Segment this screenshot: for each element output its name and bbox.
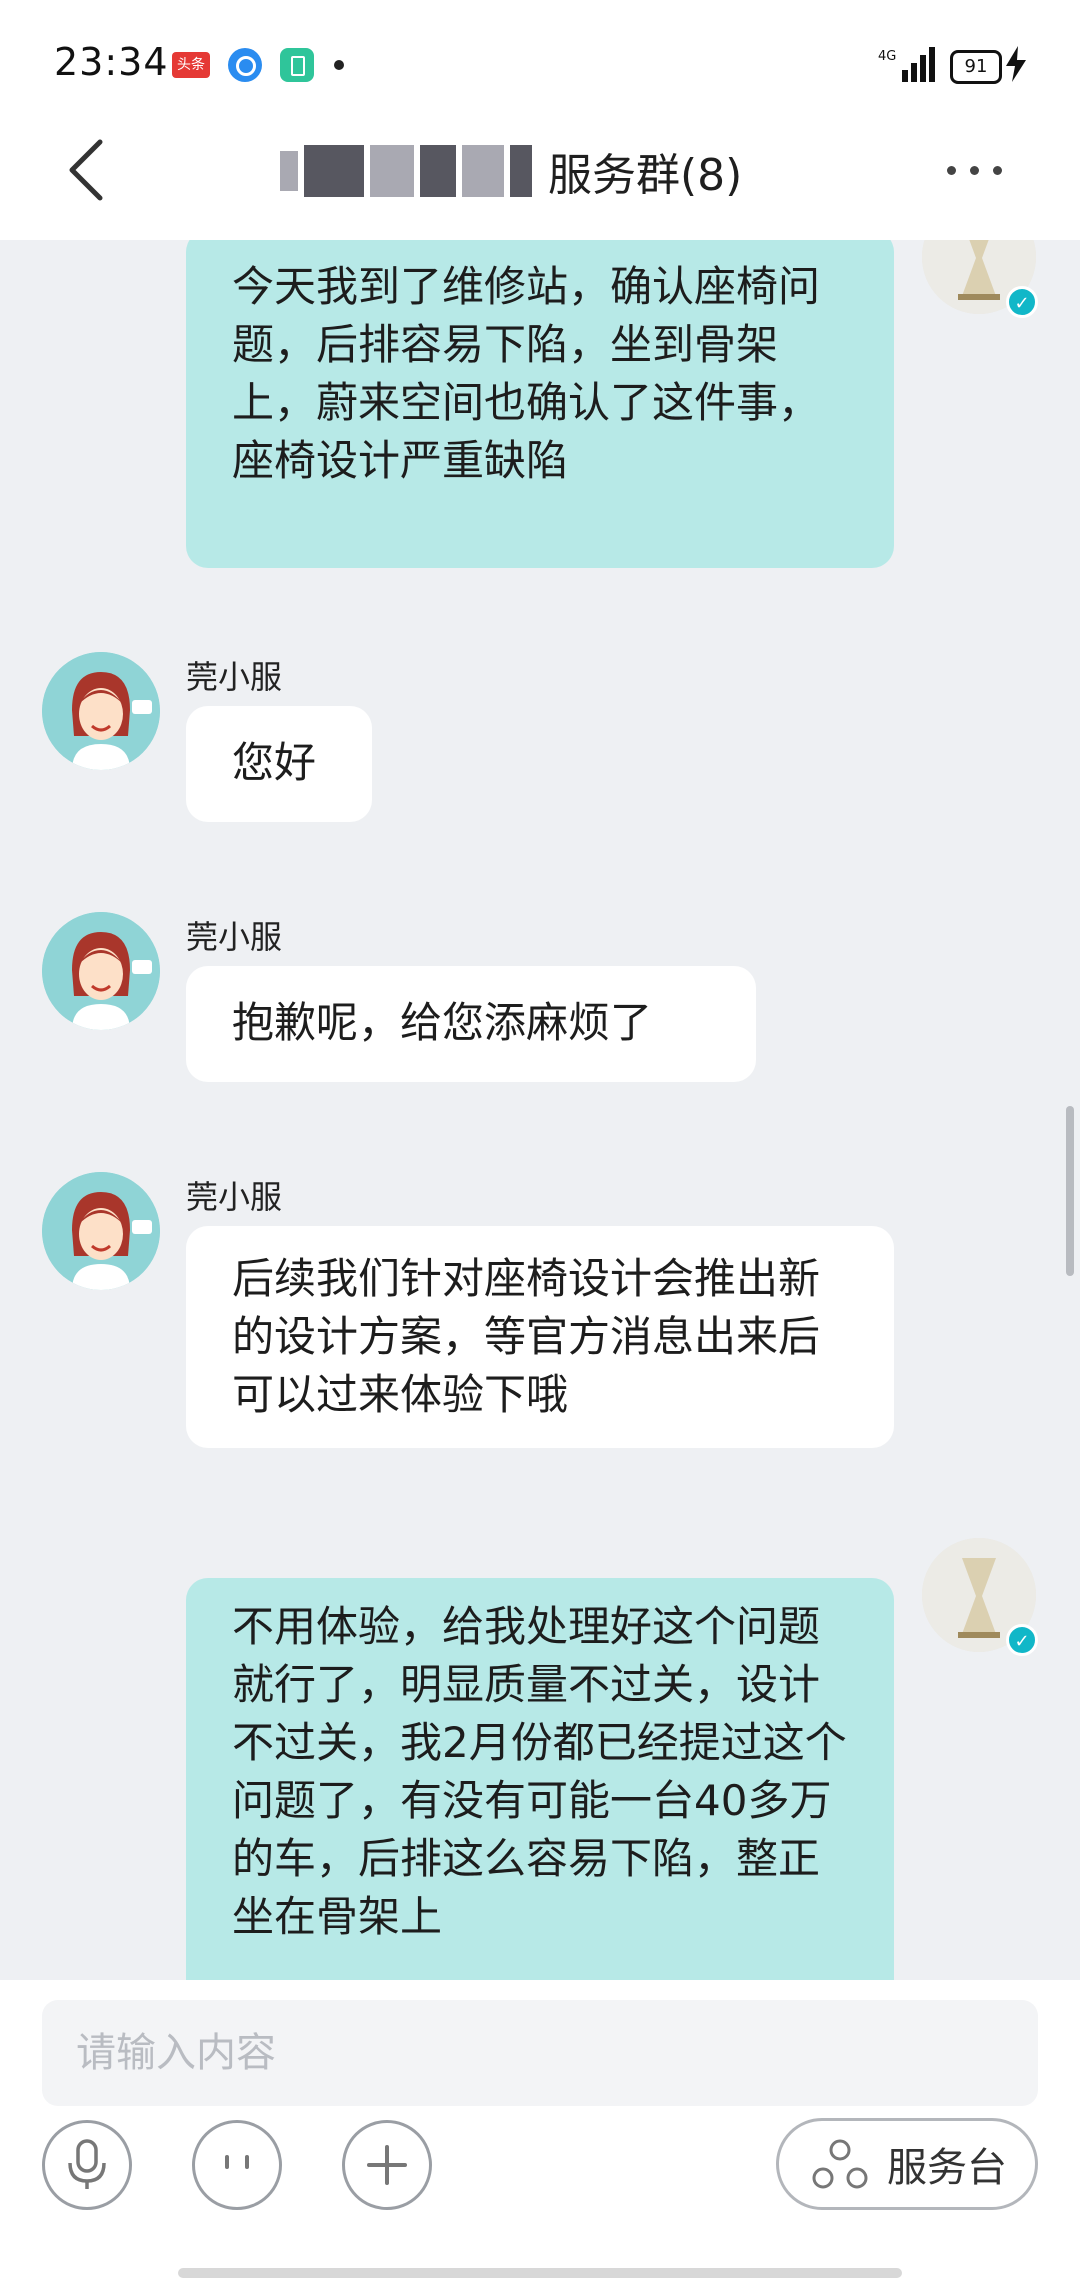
sender-name: 莞小服: [186, 1178, 283, 1216]
back-icon: [69, 139, 103, 201]
more-icon-dot: [993, 166, 1002, 175]
add-attachment-button[interactable]: [342, 2120, 432, 2210]
incoming-message-bubble[interactable]: 抱歉呢，给您添麻烦了: [186, 966, 756, 1082]
message-text: 后续我们针对座椅设计会推出新的设计方案，等官方消息出来后可以过来体验下哦: [232, 1254, 821, 1419]
page-title: 服务群(8): [548, 150, 743, 201]
incoming-message-bubble[interactable]: 您好: [186, 706, 372, 822]
message-input[interactable]: 请输入内容: [42, 2000, 1038, 2106]
incoming-message-bubble[interactable]: 后续我们针对座椅设计会推出新的设计方案，等官方消息出来后可以过来体验下哦: [186, 1226, 894, 1448]
scrollbar[interactable]: [1066, 1106, 1074, 1276]
outgoing-message-bubble[interactable]: 不用体验，给我处理好这个问题就行了，明显质量不过关，设计不过关，我2月份都已经提…: [186, 1578, 894, 1980]
battery-icon: 91: [950, 50, 1002, 84]
message-text: 您好: [232, 738, 317, 787]
svg-text:4G: 4G: [878, 49, 896, 64]
agent-cartoon-icon: [42, 652, 160, 770]
chat-header: 服务群(8): [0, 100, 1080, 240]
browser-notification-icon: [228, 48, 262, 82]
agent-avatar[interactable]: [42, 912, 160, 1030]
more-options-button[interactable]: [940, 152, 1020, 192]
message-text: 今天我到了维修站，确认座椅问题，后排容易下陷，坐到骨架上，蔚来空间也确认了这件事…: [232, 262, 821, 485]
emoji-icon: [225, 2155, 249, 2169]
signal-icon: 4G: [878, 47, 935, 82]
app-notification-icon: [280, 48, 314, 82]
more-icon-dot: [970, 166, 979, 175]
service-desk-button[interactable]: 服务台: [776, 2118, 1038, 2210]
message-text: 抱歉呢，给您添麻烦了: [232, 998, 653, 1047]
group-title: 服务群(8): [280, 136, 742, 206]
emoji-button[interactable]: [192, 2120, 282, 2210]
plus-icon: [367, 2145, 407, 2185]
status-time: 23:34: [54, 40, 169, 84]
agent-avatar[interactable]: [42, 1172, 160, 1290]
more-notifications-dot-icon: [334, 60, 344, 70]
redacted-name-block: [462, 145, 504, 197]
toutiao-notification-icon: 头条: [172, 52, 210, 78]
more-icon: [947, 166, 956, 175]
outgoing-message-bubble[interactable]: 今天我到了维修站，确认座椅问题，后排容易下陷，坐到骨架上，蔚来空间也确认了这件事…: [186, 240, 894, 568]
verified-badge-icon: ✓: [1006, 1624, 1038, 1656]
redacted-name-block: [304, 145, 364, 197]
voice-button[interactable]: [42, 2120, 132, 2210]
redacted-name-block: [280, 151, 298, 191]
message-composer: 请输入内容 服务台: [0, 1980, 1080, 2280]
agent-cartoon-icon: [42, 912, 160, 1030]
microphone-icon: [68, 2139, 106, 2189]
redacted-name-block: [510, 145, 532, 197]
service-desk-label: 服务台: [887, 2145, 1007, 2191]
verified-badge-icon: ✓: [1006, 286, 1038, 318]
redacted-name-block: [370, 145, 414, 197]
service-desk-icon: [812, 2139, 868, 2189]
charging-icon: [1006, 46, 1026, 82]
sender-name: 莞小服: [186, 658, 283, 696]
back-button[interactable]: [60, 130, 120, 210]
home-indicator[interactable]: [178, 2268, 902, 2278]
sender-name: 莞小服: [186, 918, 283, 956]
chat-message-list[interactable]: 今天我到了维修站，确认座椅问题，后排容易下陷，坐到骨架上，蔚来空间也确认了这件事…: [0, 240, 1080, 1980]
agent-avatar[interactable]: [42, 652, 160, 770]
message-text: 不用体验，给我处理好这个问题就行了，明显质量不过关，设计不过关，我2月份都已经提…: [232, 1602, 847, 1941]
agent-cartoon-icon: [42, 1172, 160, 1290]
redacted-name-block: [420, 145, 456, 197]
